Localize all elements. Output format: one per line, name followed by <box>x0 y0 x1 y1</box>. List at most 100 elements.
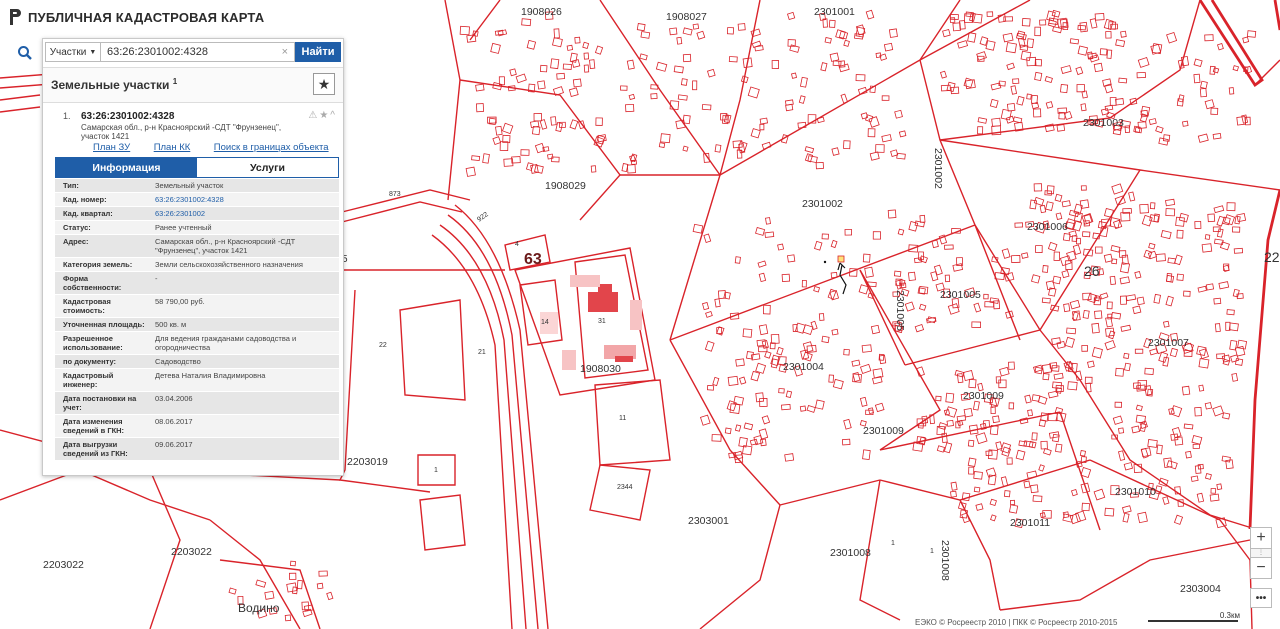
small-plot <box>952 263 964 272</box>
small-plot <box>552 37 563 48</box>
small-plot <box>841 438 851 446</box>
small-plot <box>1153 293 1161 304</box>
map-label: 2301001 <box>814 6 855 18</box>
small-plot <box>621 163 629 173</box>
search-type-select[interactable]: Участки ▼ <box>45 42 101 62</box>
search-input[interactable]: 63:26:2301002:4328 × <box>101 42 295 62</box>
favorite-button[interactable]: ★ <box>313 73 335 95</box>
zoom-out-button[interactable]: − <box>1250 557 1272 579</box>
small-plot <box>676 36 683 45</box>
search-panel: Участки ▼ 63:26:2301002:4328 × Найти Зем… <box>18 38 344 476</box>
small-plot <box>673 65 684 74</box>
small-plot <box>1045 201 1054 211</box>
search-icon[interactable] <box>11 41 39 65</box>
info-value: Ранее учтенный <box>155 223 212 232</box>
small-plot <box>1219 241 1230 251</box>
small-plot <box>828 19 836 28</box>
small-plot <box>488 117 497 126</box>
map-label: 2301008 <box>939 540 951 581</box>
map-label: 1 <box>434 467 438 474</box>
small-plot <box>1207 213 1216 223</box>
zoom-in-button[interactable]: + <box>1250 527 1272 549</box>
map-label: 2301003 <box>1083 117 1124 129</box>
small-plot <box>798 95 806 104</box>
search-type-label: Участки <box>49 46 87 58</box>
small-plot <box>1204 402 1213 410</box>
small-plot <box>682 27 693 36</box>
small-plot <box>818 313 825 321</box>
map-label: 2301004 <box>783 361 824 373</box>
small-plot <box>1059 83 1069 94</box>
small-plot <box>1132 305 1142 315</box>
small-plot <box>918 303 927 311</box>
small-plot <box>760 438 767 447</box>
info-value[interactable]: 63:26:2301002:4328 <box>151 193 339 206</box>
small-plot <box>762 304 771 315</box>
small-plot <box>465 166 476 177</box>
small-plot <box>851 359 861 367</box>
small-plot <box>813 286 821 293</box>
small-plot <box>770 358 779 369</box>
result-actions-icons[interactable]: ⚠★^ <box>308 110 337 121</box>
small-plot <box>620 85 628 91</box>
small-plot <box>492 136 502 146</box>
small-plot <box>1148 242 1156 250</box>
small-plot <box>1182 120 1189 127</box>
small-plot <box>1081 344 1088 352</box>
small-plot <box>1137 57 1150 68</box>
small-plot <box>701 104 712 111</box>
find-button[interactable]: Найти <box>295 42 341 62</box>
small-plot <box>692 80 698 91</box>
small-plot <box>1023 480 1031 489</box>
small-plot <box>898 130 907 138</box>
small-plot <box>658 142 666 148</box>
small-plot <box>890 149 899 157</box>
small-plot <box>789 44 800 53</box>
info-value: Самарская обл., р-н Красноярский -СДТ "Ф… <box>155 237 296 255</box>
small-plot <box>1174 436 1184 446</box>
small-plot <box>640 31 651 39</box>
tab-information[interactable]: Информация <box>56 158 197 177</box>
small-plot <box>896 152 906 160</box>
small-plot <box>995 441 1003 451</box>
small-plot <box>1155 125 1164 134</box>
small-plot <box>1051 9 1061 18</box>
small-plot <box>1233 247 1244 254</box>
small-plot <box>660 133 671 144</box>
small-plot <box>1093 62 1104 73</box>
small-plot <box>945 392 955 403</box>
info-row: Кадастровый инженер: Детева Наталия Влади… <box>55 369 339 392</box>
info-row: по документу: Садоводство <box>55 355 339 369</box>
small-plot <box>553 28 560 39</box>
info-value: 58 790,00 руб. <box>155 297 205 306</box>
small-plot <box>264 590 275 600</box>
map-label: 4 <box>515 241 519 248</box>
small-plot <box>893 270 902 277</box>
small-plot <box>1194 220 1202 230</box>
small-plot <box>1237 339 1248 350</box>
zoom-controls: + ⋮ − <box>1250 527 1274 579</box>
small-plot <box>1131 425 1141 434</box>
logo-icon <box>10 9 21 25</box>
small-plot <box>692 23 700 30</box>
map-label: 2203022 <box>43 559 84 571</box>
small-plot <box>1232 65 1240 72</box>
tab-services[interactable]: Услуги <box>197 158 338 177</box>
clear-icon[interactable]: × <box>282 46 288 58</box>
small-plot <box>814 399 825 410</box>
more-menu-button[interactable]: ••• <box>1250 588 1272 608</box>
info-value[interactable]: 63:26:2301002 <box>151 207 339 220</box>
small-plot <box>1021 17 1031 27</box>
small-plot <box>1111 183 1124 195</box>
small-plot <box>1094 12 1105 21</box>
map-label: 21 <box>478 349 486 356</box>
small-plot <box>872 231 882 240</box>
small-plot <box>750 128 761 139</box>
result-cadastral-number[interactable]: 63:26:2301002:4328 <box>81 111 174 122</box>
small-plot <box>963 407 973 418</box>
small-plot <box>1079 199 1090 209</box>
small-plot <box>956 415 967 422</box>
map-label: 2301008 <box>830 547 871 559</box>
small-plot <box>594 45 604 55</box>
zoom-slider[interactable]: ⋮ <box>1250 549 1272 557</box>
